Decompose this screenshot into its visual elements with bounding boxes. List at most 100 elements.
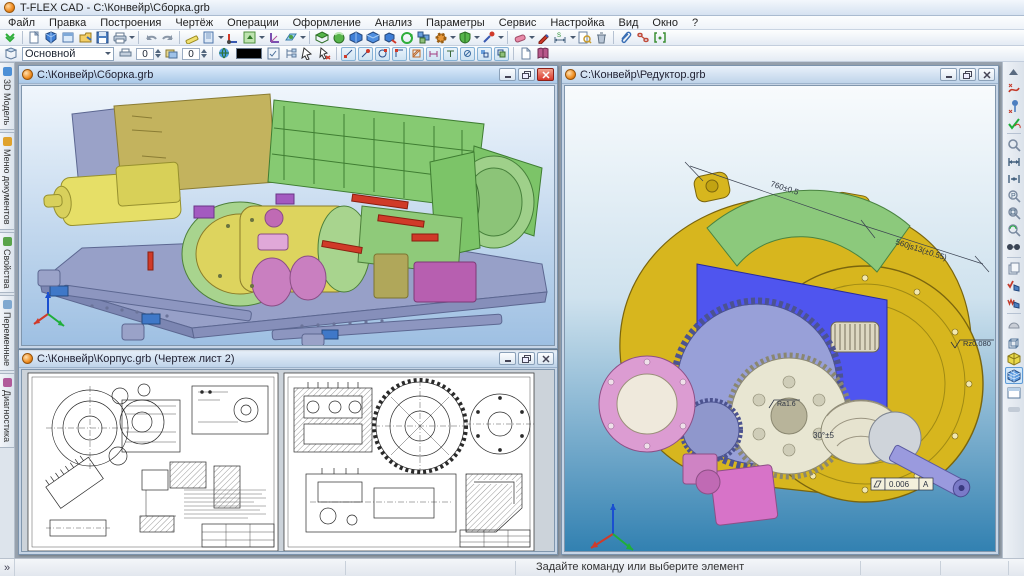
- operation-boolean-subtract-icon[interactable]: [364, 30, 381, 45]
- regenerate-window-icon[interactable]: [1005, 294, 1023, 311]
- wireframe-view-icon[interactable]: [1005, 333, 1023, 350]
- close-button[interactable]: [978, 68, 995, 81]
- statusbar-overflow-chevron[interactable]: »: [0, 559, 15, 576]
- operation-tool-icon[interactable]: [480, 30, 497, 45]
- menu-view[interactable]: Вид: [619, 17, 639, 29]
- filter-copy-button[interactable]: [494, 47, 509, 61]
- restore-button[interactable]: [518, 68, 535, 81]
- operation-move-icon[interactable]: [381, 30, 398, 45]
- filter-contour-button[interactable]: [392, 47, 407, 61]
- auto-dimension-icon[interactable]: S: [552, 30, 569, 45]
- menu-service[interactable]: Сервис: [499, 17, 537, 29]
- collapse-toolbar-icon[interactable]: [2, 30, 19, 45]
- layer-number-spinner[interactable]: 0: [182, 46, 207, 61]
- window-assembly[interactable]: C:\Конвейр\Сборка.grb: [18, 65, 558, 349]
- menu-decoration[interactable]: Оформление: [293, 17, 361, 29]
- measure-icon[interactable]: [183, 30, 200, 45]
- zoom-page-icon[interactable]: P: [1005, 187, 1023, 204]
- open-model-icon[interactable]: [43, 30, 60, 45]
- menu-operations[interactable]: Операции: [227, 17, 278, 29]
- print-count-spinner[interactable]: 0: [136, 46, 161, 61]
- menu-help[interactable]: ?: [692, 17, 698, 29]
- operation-copy-icon[interactable]: [398, 30, 415, 45]
- filter-fragment-button[interactable]: [477, 47, 492, 61]
- operation-array-icon[interactable]: [415, 30, 432, 45]
- menu-file[interactable]: Файл: [8, 17, 35, 29]
- zoom-window-icon[interactable]: [1005, 204, 1023, 221]
- restore-button[interactable]: [518, 352, 535, 365]
- menu-draw[interactable]: Чертёж: [175, 17, 213, 29]
- filter-node-button[interactable]: [341, 47, 356, 61]
- window-reducer-titlebar[interactable]: C:\Конвейр\Редуктор.grb: [562, 66, 998, 84]
- print-icon[interactable]: [111, 30, 128, 45]
- attachment-icon[interactable]: [617, 30, 634, 45]
- window-select-icon[interactable]: [1005, 384, 1023, 401]
- restore-button[interactable]: [959, 68, 976, 81]
- window-assembly-titlebar[interactable]: C:\Конвейр\Сборка.grb: [19, 66, 557, 84]
- tab-properties[interactable]: Свойства: [0, 232, 15, 294]
- delete-trash-icon[interactable]: [593, 30, 610, 45]
- frame-3d-icon[interactable]: [651, 30, 668, 45]
- zoom-icon[interactable]: [1005, 136, 1023, 153]
- undo-icon[interactable]: [142, 30, 159, 45]
- filter-text-button[interactable]: [443, 47, 458, 61]
- operation-gear-icon[interactable]: [432, 30, 449, 45]
- layer-number-value[interactable]: 0: [182, 48, 200, 60]
- apply-check-icon[interactable]: [1005, 114, 1023, 131]
- scrollbar-thumb[interactable]: [1005, 401, 1023, 418]
- cancel-select-arrow-icon[interactable]: [316, 46, 333, 61]
- close-button[interactable]: [537, 68, 554, 81]
- minimize-button[interactable]: [499, 68, 516, 81]
- menu-analysis[interactable]: Анализ: [375, 17, 412, 29]
- tab-diagnostics[interactable]: Диагностика: [0, 373, 15, 447]
- fit-height-icon[interactable]: [1005, 170, 1023, 187]
- filter-line-button[interactable]: [358, 47, 373, 61]
- minimize-button[interactable]: [499, 352, 516, 365]
- shaded-view-icon[interactable]: [1005, 350, 1023, 367]
- assembly-viewport[interactable]: [21, 85, 555, 346]
- app-titlebar[interactable]: T-FLEX CAD - C:\Конвейр\Сборка.grb: [0, 0, 1024, 16]
- eraser-icon[interactable]: [511, 30, 528, 45]
- notebook-icon[interactable]: [200, 30, 217, 45]
- fit-width-icon[interactable]: [1005, 153, 1023, 170]
- pin-icon[interactable]: [1005, 97, 1023, 114]
- tab-document-menu[interactable]: Меню документов: [0, 132, 15, 230]
- close-button[interactable]: [537, 352, 554, 365]
- page-3d-icon[interactable]: [241, 30, 258, 45]
- current-color-swatch[interactable]: [236, 48, 262, 59]
- open-window-icon[interactable]: [60, 30, 77, 45]
- view-glasses-icon[interactable]: [1005, 238, 1023, 255]
- reducer-viewport[interactable]: 760±0.5 560js13(±0.55) Rz0.080 Ra1.6 30°…: [564, 85, 996, 552]
- shaded-with-edges-icon[interactable]: [1005, 367, 1023, 384]
- operation-boolean-add-icon[interactable]: [347, 30, 364, 45]
- pages-icon[interactable]: [1005, 260, 1023, 277]
- globe-color-icon[interactable]: [216, 46, 233, 61]
- filter-hatch-button[interactable]: [409, 47, 424, 61]
- operation-rotation-icon[interactable]: [330, 30, 347, 45]
- menu-edit[interactable]: Правка: [49, 17, 86, 29]
- external-links-icon[interactable]: [634, 30, 651, 45]
- checkbox-grid-icon[interactable]: [265, 46, 282, 61]
- print-count-value[interactable]: 0: [136, 48, 154, 60]
- menu-settings[interactable]: Настройка: [550, 17, 604, 29]
- document-book-icon[interactable]: [534, 46, 551, 61]
- menu-window[interactable]: Окно: [652, 17, 678, 29]
- minimize-button[interactable]: [940, 68, 957, 81]
- window-reducer[interactable]: C:\Конвейр\Редуктор.grb: [561, 65, 999, 555]
- auto-dimension-icon[interactable]: [1005, 80, 1023, 97]
- operation-extrusion-icon[interactable]: [313, 30, 330, 45]
- save-document-icon[interactable]: [94, 30, 111, 45]
- page-icon[interactable]: [517, 46, 534, 61]
- edit-red-pencil-icon[interactable]: [535, 30, 552, 45]
- shading-off-icon[interactable]: [1005, 316, 1023, 333]
- filter-dimension-button[interactable]: [426, 47, 441, 61]
- select-arrow-icon[interactable]: [299, 46, 316, 61]
- menu-constructions[interactable]: Построения: [100, 17, 161, 29]
- zoom-dynamic-icon[interactable]: [1005, 221, 1023, 238]
- window-drawing-titlebar[interactable]: C:\Конвейр\Корпус.grb (Чертеж лист 2): [19, 350, 557, 368]
- menu-parameters[interactable]: Параметры: [426, 17, 485, 29]
- document-preview-icon[interactable]: [576, 30, 593, 45]
- open-folder-icon[interactable]: [77, 30, 94, 45]
- layer-combobox[interactable]: Основной: [22, 47, 114, 61]
- tab-3d-model[interactable]: 3D Модель: [0, 62, 15, 130]
